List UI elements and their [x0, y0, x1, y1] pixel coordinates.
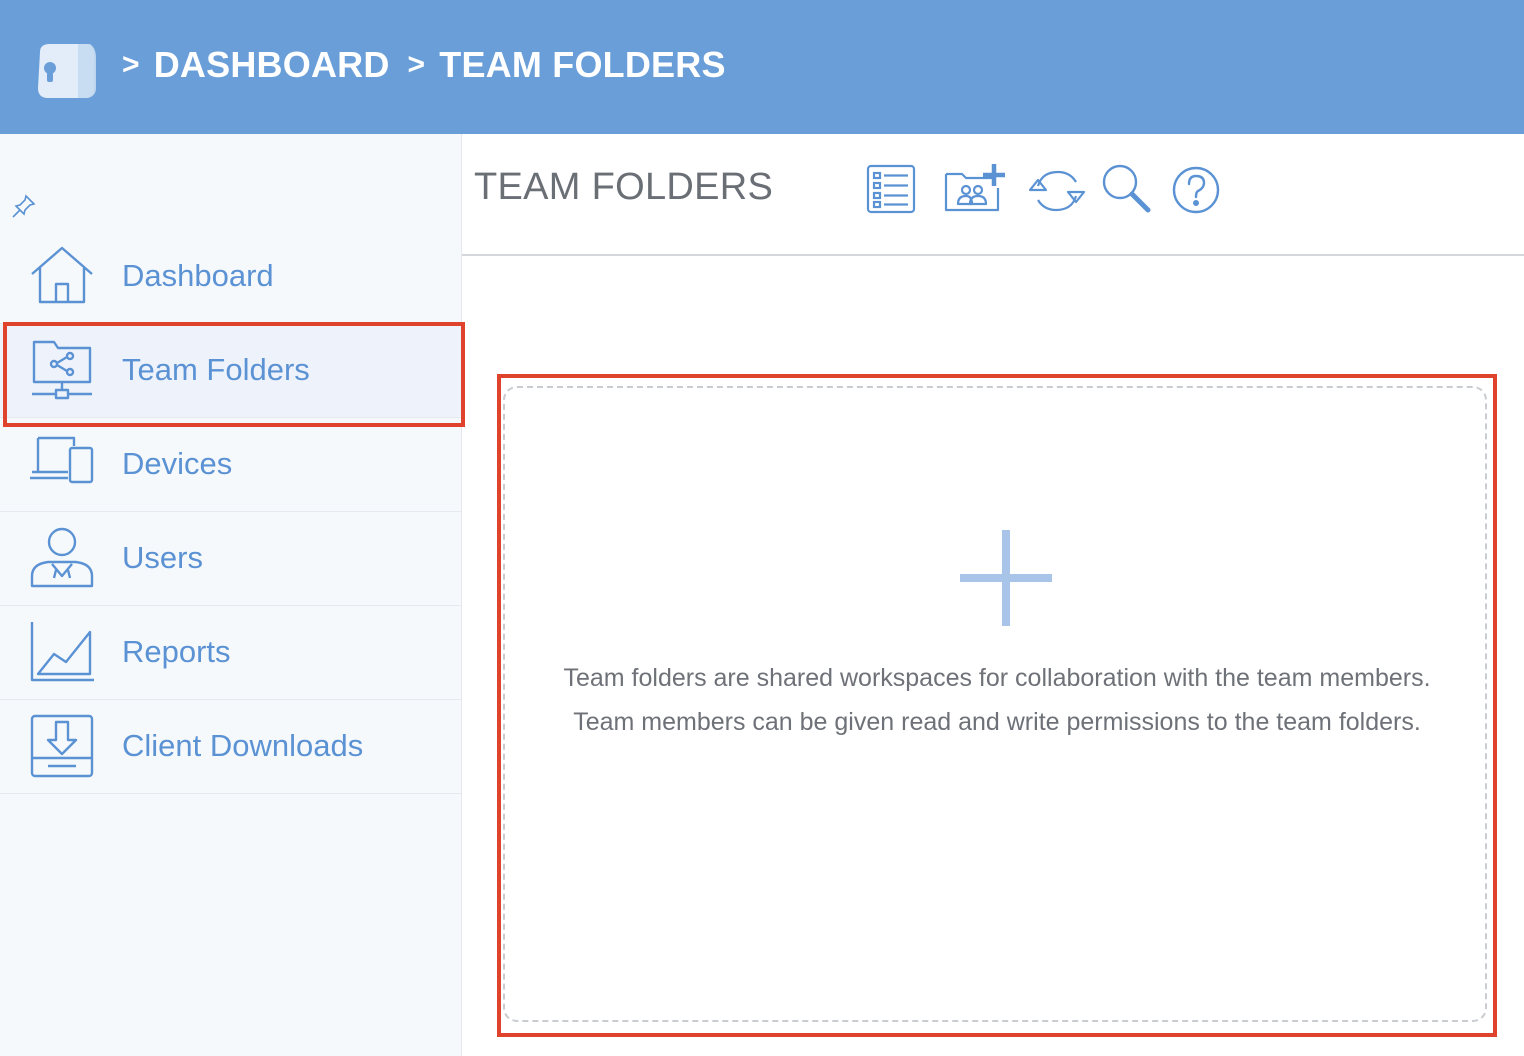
- sidebar-item-users[interactable]: Users: [0, 512, 461, 606]
- add-team-folder-icon[interactable]: [942, 160, 1010, 220]
- pin-icon[interactable]: [10, 192, 38, 220]
- add-team-folder-dropzone[interactable]: Team folders are shared workspaces for c…: [503, 386, 1487, 1022]
- devices-icon: [30, 436, 94, 484]
- sidebar-item-label: Team Folders: [122, 352, 310, 387]
- plus-icon: [960, 530, 1052, 626]
- breadcrumb: > DASHBOARD > TEAM FOLDERS: [122, 44, 744, 86]
- sidebar-item-label: Devices: [122, 446, 233, 481]
- sidebar-nav: Dashboard Team Folders Devices Users Rep…: [0, 230, 461, 794]
- breadcrumb-team-folders[interactable]: > TEAM FOLDERS: [408, 44, 726, 86]
- empty-state-line: Team members can be given read and write…: [573, 708, 1421, 736]
- download-icon: [30, 714, 94, 778]
- breadcrumb-label: DASHBOARD: [153, 44, 390, 85]
- empty-state-message: Team folders are shared workspaces for c…: [505, 656, 1489, 744]
- chart-icon: [30, 622, 94, 682]
- sidebar-item-label: Client Downloads: [122, 728, 364, 763]
- top-bar: > DASHBOARD > TEAM FOLDERS: [0, 0, 1524, 134]
- breadcrumb-separator: >: [122, 48, 140, 81]
- house-icon: [31, 246, 93, 304]
- page-title: TEAM FOLDERS: [474, 166, 774, 208]
- empty-state-line: Team folders are shared workspaces for c…: [563, 664, 1431, 692]
- breadcrumb-label: TEAM FOLDERS: [439, 44, 726, 85]
- help-icon[interactable]: [1168, 160, 1228, 220]
- breadcrumb-dashboard[interactable]: > DASHBOARD: [122, 44, 390, 86]
- sidebar-item-client-downloads[interactable]: Client Downloads: [0, 700, 461, 794]
- header-divider: [462, 254, 1524, 256]
- breadcrumb-separator: >: [407, 48, 426, 81]
- sidebar-item-label: Reports: [122, 634, 231, 669]
- shared-folder-icon: [32, 340, 92, 400]
- search-icon[interactable]: [1098, 160, 1158, 220]
- user-icon: [30, 527, 94, 588]
- logo-icon[interactable]: [30, 38, 100, 102]
- sidebar: Dashboard Team Folders Devices Users Rep…: [0, 134, 462, 1056]
- sidebar-item-devices[interactable]: Devices: [0, 418, 461, 512]
- sidebar-item-dashboard[interactable]: Dashboard: [0, 230, 461, 324]
- sidebar-item-label: Dashboard: [122, 258, 274, 293]
- list-view-icon[interactable]: [862, 160, 922, 220]
- sidebar-item-team-folders[interactable]: Team Folders: [0, 324, 461, 418]
- sidebar-item-label: Users: [122, 540, 203, 575]
- refresh-icon[interactable]: [1026, 160, 1088, 220]
- sidebar-item-reports[interactable]: Reports: [0, 606, 461, 700]
